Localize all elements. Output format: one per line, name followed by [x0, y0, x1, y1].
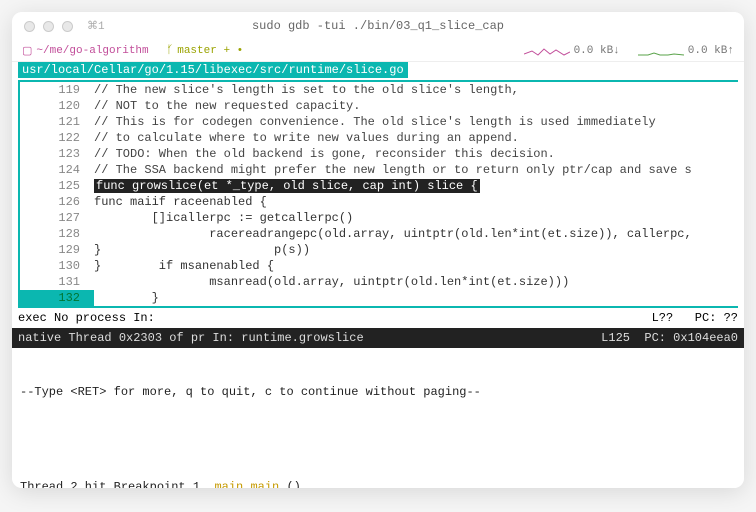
- pager-hint: --Type <RET> for more, q to quit, c to c…: [20, 384, 736, 401]
- folder-icon: ▢: [22, 44, 32, 58]
- source-line: 125func growslice(et *_type, old slice, …: [20, 178, 738, 194]
- source-code: 119// The new slice's length is set to t…: [20, 82, 738, 306]
- status-native: native Thread 0x2303 of pr In: runtime.g…: [12, 328, 744, 348]
- source-line: 127 []icallerpc := getcallerpc(): [20, 210, 738, 226]
- line-number: 122: [20, 130, 94, 146]
- line-number: 123: [20, 146, 94, 162]
- line-text: // TODO: When the old backend is gone, r…: [94, 146, 738, 162]
- source-line: 131 msanread(old.array, uintptr(old.len*…: [20, 274, 738, 290]
- tab-shortcut: ⌘1: [87, 19, 105, 33]
- titlebar: ⌘1 sudo gdb -tui ./bin/03_q1_slice_cap: [12, 12, 744, 40]
- line-number: 132: [20, 290, 94, 306]
- cwd-path: ~/me/go-algorithm: [36, 45, 148, 57]
- status-exec: exec No process In: L?? PC: ??: [12, 308, 744, 328]
- status-native-right: L125 PC: 0x104eea0: [601, 330, 738, 346]
- line-number: 125: [20, 178, 94, 194]
- terminal-window: ⌘1 sudo gdb -tui ./bin/03_q1_slice_cap ▢…: [12, 12, 744, 488]
- line-number: 128: [20, 226, 94, 242]
- source-pane[interactable]: 119// The new slice's length is set to t…: [18, 80, 738, 308]
- source-line: 128 racereadrangepc(old.array, uintptr(o…: [20, 226, 738, 242]
- line-number: 120: [20, 98, 94, 114]
- source-line: 124// The SSA backend might prefer the n…: [20, 162, 738, 178]
- gdb-line: Thread 2 hit Breakpoint 1, main.main (): [20, 479, 736, 488]
- git-branch: master + •: [177, 45, 243, 57]
- line-text: // to calculate where to write new value…: [94, 130, 738, 146]
- source-line: 121// This is for codegen convenience. T…: [20, 114, 738, 130]
- line-number: 131: [20, 274, 94, 290]
- function-name: main.main: [214, 480, 279, 488]
- zoom-icon[interactable]: [62, 21, 73, 32]
- status-exec-left: exec No process In:: [18, 310, 155, 326]
- tui-content: usr/local/Cellar/go/1.15/libexec/src/run…: [12, 62, 744, 488]
- line-text: // The new slice's length is set to the …: [94, 82, 738, 98]
- line-text: }: [94, 290, 738, 306]
- close-icon[interactable]: [24, 21, 35, 32]
- line-number: 121: [20, 114, 94, 130]
- window-controls: [24, 21, 73, 32]
- sparkline-down: [524, 46, 570, 56]
- line-number: 130: [20, 258, 94, 274]
- status-native-left: native Thread 0x2303 of pr In: runtime.g…: [18, 330, 364, 346]
- source-line: 132 }: [20, 290, 738, 306]
- gdb-console[interactable]: --Type <RET> for more, q to quit, c to c…: [12, 348, 744, 488]
- status-exec-right: L?? PC: ??: [652, 310, 738, 326]
- line-text: } if msanenabled {: [94, 258, 738, 274]
- source-path: usr/local/Cellar/go/1.15/libexec/src/run…: [18, 62, 408, 78]
- source-line: 122// to calculate where to write new va…: [20, 130, 738, 146]
- line-text: racereadrangepc(old.array, uintptr(old.l…: [94, 226, 738, 242]
- source-line: 123// TODO: When the old backend is gone…: [20, 146, 738, 162]
- minimize-icon[interactable]: [43, 21, 54, 32]
- net-down: 0.0 kB↓: [574, 45, 620, 57]
- window-title: sudo gdb -tui ./bin/03_q1_slice_cap: [12, 19, 744, 33]
- line-text: []icallerpc := getcallerpc(): [94, 210, 738, 226]
- sparkline-up: [638, 46, 684, 56]
- source-line: 120// NOT to the new requested capacity.: [20, 98, 738, 114]
- line-text: func growslice(et *_type, old slice, cap…: [94, 178, 738, 194]
- line-text: func maiif raceenabled {: [94, 194, 738, 210]
- branch-icon: ᚶ: [167, 45, 174, 57]
- line-text: msanread(old.array, uintptr(old.len*int(…: [94, 274, 738, 290]
- net-up: 0.0 kB↑: [688, 45, 734, 57]
- line-text: } p(s)): [94, 242, 738, 258]
- source-line: 129} p(s)): [20, 242, 738, 258]
- line-text: // This is for codegen convenience. The …: [94, 114, 738, 130]
- line-number: 129: [20, 242, 94, 258]
- line-text: // NOT to the new requested capacity.: [94, 98, 738, 114]
- source-line: 119// The new slice's length is set to t…: [20, 82, 738, 98]
- status-bar: ▢ ~/me/go-algorithm ᚶ master + • 0.0 kB↓…: [12, 40, 744, 62]
- line-text: // The SSA backend might prefer the new …: [94, 162, 738, 178]
- line-number: 126: [20, 194, 94, 210]
- line-number: 124: [20, 162, 94, 178]
- source-line: 130} if msanenabled {: [20, 258, 738, 274]
- line-number: 119: [20, 82, 94, 98]
- source-line: 126func maiif raceenabled {: [20, 194, 738, 210]
- line-number: 127: [20, 210, 94, 226]
